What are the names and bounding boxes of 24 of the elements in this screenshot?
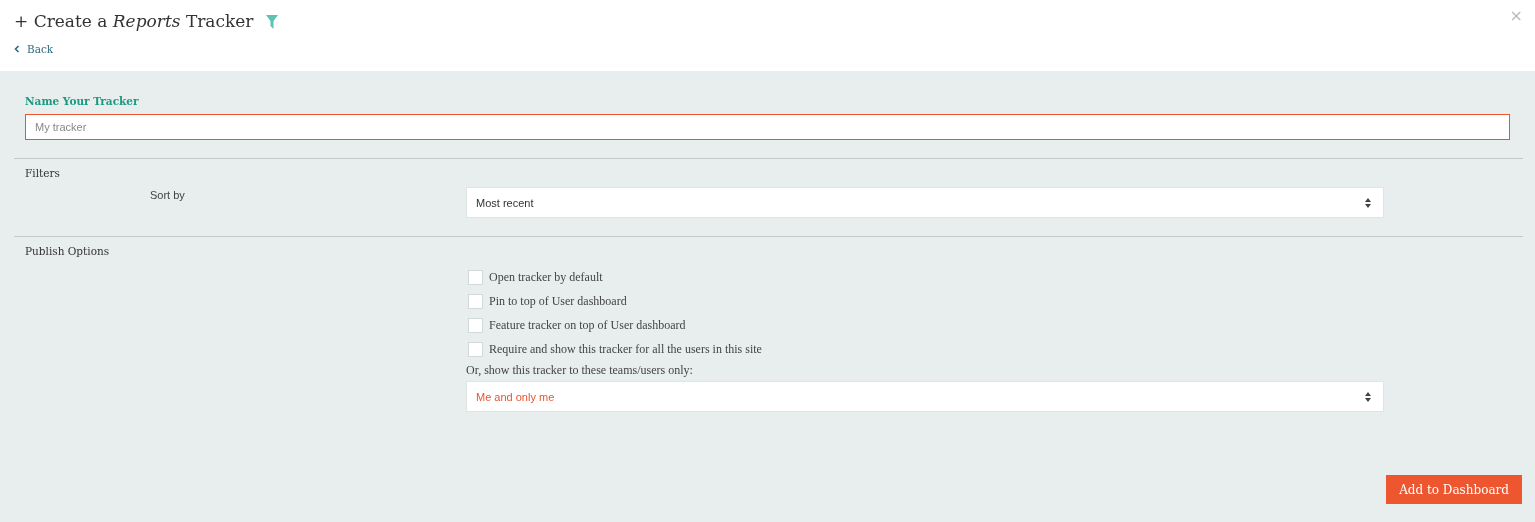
- checkbox[interactable]: [468, 317, 483, 333]
- sort-arrows-icon: [1365, 197, 1371, 208]
- checkbox[interactable]: [468, 269, 483, 285]
- sort-arrows-icon: [1365, 391, 1371, 402]
- option-label: Open tracker by default: [489, 269, 603, 285]
- filter-icon: [265, 15, 278, 29]
- audience-dropdown[interactable]: Me and only me: [466, 381, 1384, 412]
- sort-dropdown[interactable]: Most recent: [466, 187, 1384, 218]
- field-label: Name Your Tracker: [25, 95, 140, 107]
- chevron-left-icon: [14, 45, 20, 53]
- audience-label: Or, show this tracker to these teams/users only:: [466, 362, 694, 378]
- page-title: + Create a Reports Tracker: [14, 11, 254, 31]
- sort-label: Sort by: [149, 188, 186, 203]
- section-heading: Publish Options: [25, 245, 111, 257]
- checkbox[interactable]: [468, 293, 483, 309]
- back-link[interactable]: Back: [14, 43, 54, 55]
- section-heading: Filters: [25, 167, 61, 179]
- option-label: Pin to top of User dashboard: [489, 293, 627, 309]
- tracker-name-field[interactable]: My tracker: [25, 114, 1510, 140]
- checkbox[interactable]: [468, 341, 483, 357]
- close-button[interactable]: ×: [1509, 6, 1523, 25]
- option-label: Feature tracker on top of User dashboard: [489, 317, 686, 333]
- option-label: Require and show this tracker for all the users in this site: [489, 341, 762, 357]
- add-to-dashboard-button[interactable]: Add to Dashboard: [1386, 475, 1522, 504]
